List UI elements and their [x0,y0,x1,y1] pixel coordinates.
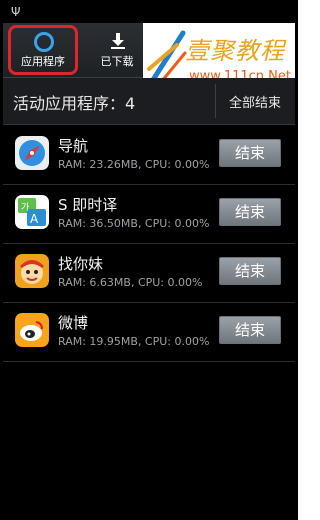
list-item: 微博 RAM: 19.95MB, CPU: 0.00% 结束 [3,302,295,362]
weibo-icon [15,313,49,347]
watermark-title: 壹聚教程 [185,37,285,65]
app-stats: RAM: 6.63MB, CPU: 0.00% [58,276,203,289]
app-stats: RAM: 19.95MB, CPU: 0.00% [58,335,210,348]
end-button[interactable]: 结束 [219,139,281,167]
header-bar: 活动应用程序：4 全部结束 [3,78,295,125]
phone-screen: Ψ 应用程序 已下载 壹聚教程 www.111cn.Net 活动应用程序：4 全… [0,0,298,520]
app-name: 微博 [58,314,89,332]
list-item: 找你妹 RAM: 6.63MB, CPU: 0.00% 结束 [3,243,295,303]
download-icon [111,33,125,49]
app-name: S 即时译 [58,196,118,214]
end-all-button[interactable]: 全部结束 [215,92,295,111]
end-button[interactable]: 结束 [219,257,281,285]
app-name: 找你妹 [58,255,104,273]
ring-icon [34,32,54,52]
app-stats: RAM: 36.50MB, CPU: 0.00% [58,217,210,230]
tab-bar: 应用程序 已下载 壹聚教程 www.111cn.Net [3,23,295,97]
status-bar: Ψ [3,3,295,23]
app-stats: RAM: 23.26MB, CPU: 0.00% [58,158,210,171]
active-app-count: 活动应用程序：4 [13,94,136,113]
tab-downloaded[interactable]: 已下载 [85,23,149,77]
usb-icon: Ψ [11,5,21,19]
app-list: 导航 RAM: 23.26MB, CPU: 0.00% 结束 A 가 S 即时译… [3,125,295,517]
end-button[interactable]: 结束 [219,198,281,226]
list-item: 导航 RAM: 23.26MB, CPU: 0.00% 结束 [3,125,295,185]
tab-applications-label: 应用程序 [21,55,65,68]
tab-applications[interactable]: 应用程序 [8,23,78,77]
tab-downloaded-label: 已下载 [100,55,134,68]
translate-icon: A 가 [15,195,49,229]
svg-text:가: 가 [21,202,29,213]
compass-icon [15,136,49,170]
app-name: 导航 [58,137,89,155]
svg-text:A: A [30,212,39,226]
list-item: A 가 S 即时译 RAM: 36.50MB, CPU: 0.00% 结束 [3,184,295,244]
game-icon [15,254,49,288]
end-button[interactable]: 结束 [219,316,281,344]
